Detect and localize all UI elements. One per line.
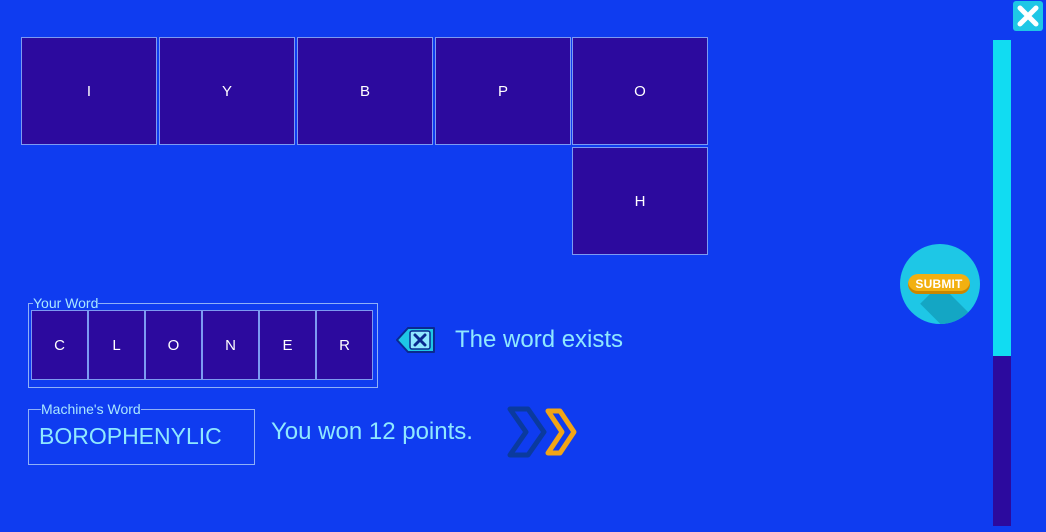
machine-word-legend: Machine's Word	[41, 401, 141, 417]
your-word-letter[interactable]: N	[202, 310, 259, 380]
your-word-panel: Your Word C L O N E R	[28, 296, 378, 388]
close-icon	[1013, 1, 1043, 31]
timer-bar-fill	[993, 40, 1011, 356]
grid-tile[interactable]: B	[297, 37, 433, 145]
next-round-button[interactable]	[506, 404, 582, 460]
grid-tile[interactable]: I	[21, 37, 157, 145]
your-word-legend: Your Word	[33, 295, 99, 311]
your-word-letter[interactable]: E	[259, 310, 316, 380]
grid-tile[interactable]: Y	[159, 37, 295, 145]
grid-tile[interactable]: O	[572, 37, 708, 145]
grid-tile[interactable]: H	[572, 147, 708, 255]
your-word-letter[interactable]: R	[316, 310, 373, 380]
your-word-letters: C L O N E R	[31, 310, 375, 380]
points-result-message: You won 12 points.	[271, 418, 473, 445]
submit-label: SUBMIT	[908, 274, 970, 294]
your-word-letter[interactable]: O	[145, 310, 202, 380]
your-word-letter[interactable]: C	[31, 310, 88, 380]
close-button[interactable]	[1013, 1, 1043, 31]
your-word-letter[interactable]: L	[88, 310, 145, 380]
timer-bar	[993, 40, 1011, 526]
machine-word-panel: Machine's Word BOROPHENYLIC	[28, 402, 255, 465]
submit-button[interactable]: SUBMIT	[900, 244, 980, 324]
grid-tile[interactable]: P	[435, 37, 571, 145]
backspace-button[interactable]	[395, 325, 437, 355]
double-chevron-right-icon	[507, 406, 577, 458]
machine-word-value: BOROPHENYLIC	[39, 423, 222, 449]
backspace-icon	[396, 327, 435, 353]
word-status-message: The word exists	[455, 326, 624, 353]
